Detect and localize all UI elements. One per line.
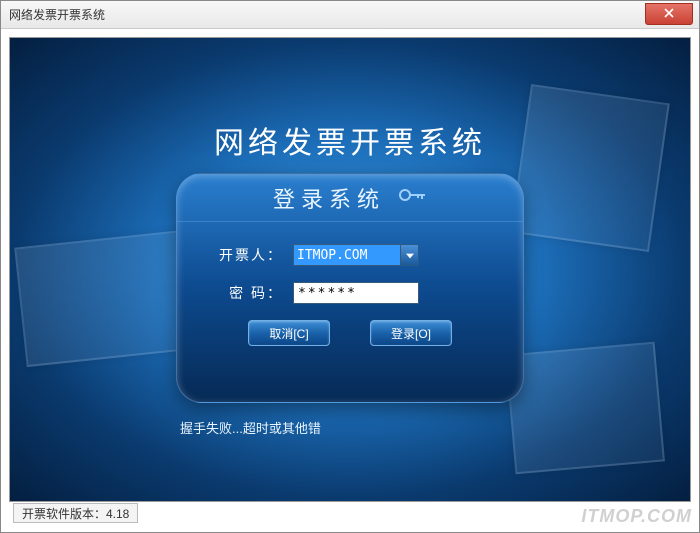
panel-title: 登录系统 bbox=[273, 182, 385, 214]
operator-input[interactable] bbox=[293, 244, 401, 266]
key-icon bbox=[399, 186, 427, 209]
status-message: 握手失败...超时或其他错 bbox=[180, 418, 321, 437]
decorative-image bbox=[505, 342, 665, 475]
close-button[interactable] bbox=[645, 3, 693, 25]
main-area: 网络发票开票系统 登录系统 开票人： bbox=[9, 37, 691, 502]
decorative-image bbox=[510, 84, 670, 252]
password-row: 密 码： bbox=[213, 282, 487, 304]
password-input[interactable] bbox=[293, 282, 419, 304]
panel-header: 登录系统 bbox=[177, 174, 523, 222]
titlebar: 网络发票开票系统 bbox=[1, 1, 699, 29]
password-label: 密 码： bbox=[213, 283, 283, 303]
chevron-down-icon bbox=[406, 246, 414, 264]
app-window: 网络发票开票系统 网络发票开票系统 登录系统 bbox=[0, 0, 700, 533]
version-label: 开票软件版本：4.18 bbox=[13, 503, 138, 523]
close-icon bbox=[664, 7, 674, 21]
operator-combo[interactable] bbox=[293, 244, 419, 266]
window-title: 网络发票开票系统 bbox=[9, 6, 105, 23]
cancel-button[interactable]: 取消[C] bbox=[248, 320, 330, 346]
watermark: ITMOP.COM bbox=[581, 506, 692, 527]
login-panel: 登录系统 开票人： bbox=[176, 173, 524, 403]
operator-row: 开票人： bbox=[213, 244, 487, 266]
login-form: 开票人： 密 码： 取消[C] 登录 bbox=[177, 222, 523, 346]
operator-dropdown-button[interactable] bbox=[401, 244, 419, 266]
content: 网络发票开票系统 登录系统 开票人： bbox=[1, 29, 699, 532]
button-row: 取消[C] 登录[O] bbox=[213, 320, 487, 346]
login-button[interactable]: 登录[O] bbox=[370, 320, 452, 346]
operator-label: 开票人： bbox=[213, 245, 283, 265]
app-title: 网络发票开票系统 bbox=[10, 118, 690, 162]
